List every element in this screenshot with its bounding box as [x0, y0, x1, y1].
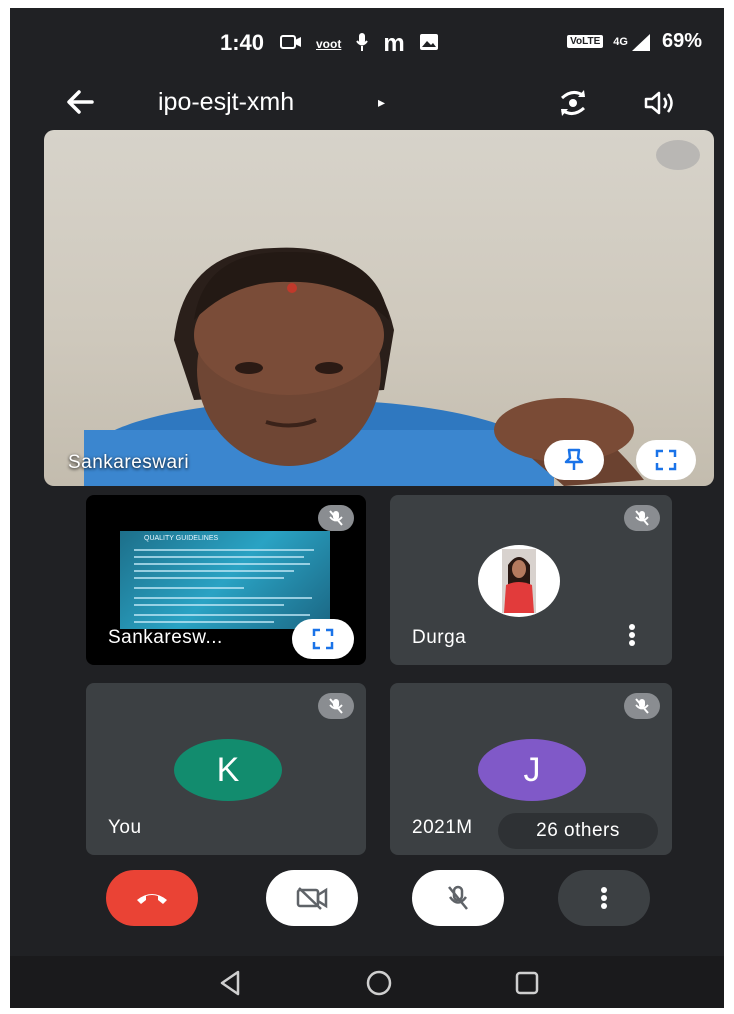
meeting-code[interactable]: ipo-esjt-xmh — [158, 88, 294, 117]
slide-text-line — [134, 621, 274, 623]
fullscreen-icon — [655, 449, 677, 471]
slide-text-line — [134, 570, 294, 572]
volte-badge: VoLTE — [567, 35, 604, 48]
slide-text-line — [134, 563, 310, 565]
call-controls — [10, 860, 724, 930]
slide-text-line — [134, 597, 312, 599]
status-time: 1:40 — [220, 30, 265, 55]
pin-icon — [564, 448, 584, 470]
slide-text-line — [134, 556, 304, 558]
mic-off-icon — [329, 698, 343, 714]
video-notification-icon — [280, 34, 302, 55]
slide-text-line — [134, 604, 284, 606]
mic-notification-icon — [355, 32, 369, 57]
nav-home-icon[interactable] — [364, 968, 394, 998]
participant-name: You — [108, 817, 142, 838]
slide-title: QUALITY GUIDELINES — [144, 535, 219, 542]
more-vert-icon[interactable] — [628, 623, 636, 647]
gallery-notification-icon — [419, 33, 439, 56]
mic-off-icon — [635, 510, 649, 526]
participant-name: Durga — [412, 627, 467, 648]
network-type: 4G — [613, 35, 628, 48]
m-app-icon: m — [383, 30, 405, 57]
nav-recents-icon[interactable] — [512, 968, 542, 998]
slide-text-line — [134, 614, 310, 616]
slide-text-line — [134, 587, 244, 589]
participant-tile[interactable]: Durga — [390, 495, 672, 665]
slide-text-line — [134, 577, 284, 579]
shared-slide: QUALITY GUIDELINES — [120, 531, 330, 629]
participant-name: Sankaresw... — [108, 627, 223, 648]
muted-badge — [624, 505, 660, 531]
status-bar: 1:40 voot m VoLTE 4G 69% — [10, 8, 724, 78]
phone-hangup-icon — [137, 894, 167, 904]
system-indicators: VoLTE 4G 69% — [567, 30, 702, 53]
muted-badge — [318, 693, 354, 719]
more-vert-icon — [601, 887, 607, 909]
nav-back-icon[interactable] — [216, 968, 246, 998]
flip-camera-icon[interactable] — [554, 86, 592, 120]
participant-video — [84, 247, 644, 486]
pin-button[interactable] — [544, 440, 604, 480]
caret-right-icon[interactable]: ▸ — [378, 94, 385, 111]
avatar: K — [174, 739, 282, 801]
avatar — [478, 545, 560, 617]
others-count-pill[interactable]: 26 others — [498, 813, 658, 849]
muted-badge — [318, 505, 354, 531]
end-call-button[interactable] — [106, 870, 198, 926]
fullscreen-button[interactable] — [292, 619, 354, 659]
presentation-tile[interactable]: QUALITY GUIDELINES Sankaresw... — [86, 495, 366, 665]
video-off-icon — [296, 887, 328, 910]
featured-participant-tile[interactable]: Sankareswari — [44, 130, 714, 486]
camera-toggle-button[interactable] — [266, 870, 358, 926]
call-header: ipo-esjt-xmh ▸ — [10, 78, 724, 128]
meet-call-screen: 1:40 voot m VoLTE 4G 69% ipo-esjt-xmh ▸ … — [10, 8, 724, 1008]
mic-off-icon — [329, 510, 343, 526]
avatar: J — [478, 739, 586, 801]
voot-app-icon: voot — [316, 37, 342, 51]
participant-name: 2021M — [412, 817, 473, 838]
muted-badge — [624, 693, 660, 719]
mic-off-icon — [635, 698, 649, 714]
notification-icons: voot m — [280, 30, 439, 58]
fullscreen-icon — [312, 628, 334, 650]
arrow-left-icon[interactable] — [62, 84, 102, 120]
fullscreen-button[interactable] — [636, 440, 696, 480]
slide-text-line — [134, 549, 314, 551]
self-view-tile[interactable]: K You — [86, 683, 366, 855]
featured-participant-name: Sankareswari — [68, 452, 190, 473]
others-tile[interactable]: J 2021M 26 others — [390, 683, 672, 855]
battery-percent: 69% — [661, 30, 702, 52]
mic-off-icon — [448, 885, 468, 910]
mic-toggle-button[interactable] — [412, 870, 504, 926]
network-icon: 4G — [613, 32, 652, 52]
system-nav-bar — [10, 956, 724, 1008]
more-options-button[interactable] — [558, 870, 650, 926]
speaker-icon[interactable] — [642, 88, 678, 118]
